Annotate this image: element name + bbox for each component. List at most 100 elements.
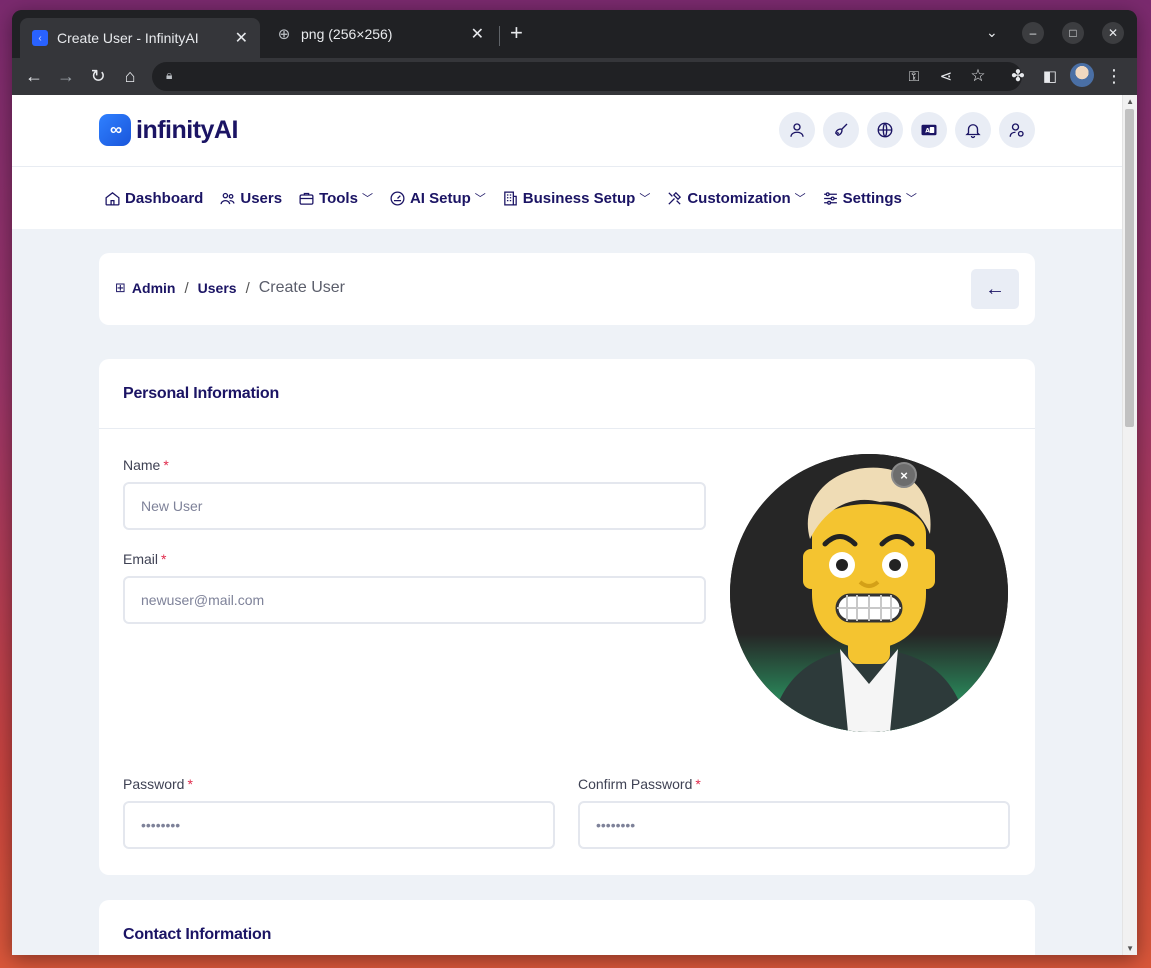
close-window-icon[interactable]: ✕	[1102, 22, 1124, 44]
nav-label: Tools	[319, 189, 358, 207]
account-settings-button[interactable]	[999, 112, 1035, 148]
broom-icon	[835, 123, 848, 136]
tab-search-chevron-icon[interactable]: ⌄	[986, 24, 998, 41]
nav-label: Customization	[687, 189, 791, 207]
sliders-icon	[823, 191, 837, 205]
required-mark: *	[163, 457, 169, 473]
section-title: Personal Information	[123, 385, 280, 402]
back-button[interactable]: ←	[971, 269, 1019, 309]
website-button[interactable]	[867, 112, 903, 148]
clear-cache-button[interactable]	[823, 112, 859, 148]
browser-window: ‹ Create User - InfinityAI ✕ ⊕ png (256×…	[12, 10, 1137, 955]
chevron-down-icon: ﹀	[905, 193, 917, 205]
header-divider	[12, 166, 1122, 167]
breadcrumb: ⊞ Admin / Users / Create User	[115, 279, 345, 297]
tab-separator	[499, 26, 500, 46]
breadcrumb-admin[interactable]: Admin	[132, 280, 176, 296]
dashboard-grid-icon: ⊞	[115, 280, 126, 295]
back-arrow-icon[interactable]: ←	[22, 64, 46, 88]
app-header: ∞ infinityAI A Dashboard Users Tools ﹀ A…	[12, 95, 1122, 229]
home-icon	[105, 191, 120, 206]
email-input[interactable]	[123, 576, 706, 624]
bell-icon	[965, 124, 981, 139]
side-panel-icon[interactable]: ◧	[1038, 64, 1062, 88]
nav-tools[interactable]: Tools ﹀	[298, 190, 373, 207]
building-icon	[503, 190, 517, 206]
maximize-icon[interactable]: □	[1062, 22, 1084, 44]
nav-business-setup[interactable]: Business Setup ﹀	[502, 189, 651, 207]
app-logo[interactable]: ∞ infinityAI	[99, 114, 238, 146]
notifications-button[interactable]	[955, 112, 991, 148]
tab-create-user[interactable]: ‹ Create User - InfinityAI ✕	[20, 18, 260, 58]
required-mark: *	[695, 776, 701, 792]
breadcrumb-card: ⊞ Admin / Users / Create User ←	[99, 253, 1035, 325]
nav-customization[interactable]: Customization ﹀	[666, 189, 806, 207]
menu-kebab-icon[interactable]: ⋮	[1102, 64, 1126, 88]
nav-label: Settings	[842, 189, 902, 207]
minimize-icon[interactable]: –	[1022, 22, 1044, 44]
main-nav: Dashboard Users Tools ﹀ AI Setup ﹀ Busin…	[104, 187, 933, 209]
scroll-up-icon[interactable]: ▲	[1126, 97, 1134, 106]
forward-arrow-icon[interactable]: →	[54, 64, 78, 88]
name-input[interactable]	[123, 482, 706, 530]
password-label: Password *	[123, 776, 193, 792]
email-label: Email *	[123, 551, 166, 567]
bookmark-star-icon[interactable]: ☆	[966, 64, 990, 88]
scroll-down-icon[interactable]: ▼	[1126, 944, 1134, 953]
nav-users[interactable]: Users	[219, 190, 282, 207]
globe-icon	[877, 122, 893, 138]
required-mark: *	[187, 776, 193, 792]
scrollbar-thumb[interactable]	[1125, 109, 1134, 427]
profile-button[interactable]	[779, 112, 815, 148]
home-icon[interactable]: ⌂	[118, 64, 142, 88]
extensions-icon[interactable]: ✤	[1006, 64, 1030, 88]
nav-label: Users	[240, 189, 283, 207]
label-text: Password	[123, 776, 185, 792]
required-mark: *	[161, 551, 167, 567]
address-bar[interactable]: 🔒︎	[152, 62, 1022, 91]
user-settings-icon	[1009, 123, 1024, 137]
breadcrumb-users[interactable]: Users	[198, 280, 237, 296]
avatar-illustration	[730, 454, 1008, 732]
chevron-down-icon: ﹀	[639, 193, 651, 205]
nav-dashboard[interactable]: Dashboard	[104, 190, 203, 207]
label-text: Name	[123, 457, 161, 473]
nav-label: Dashboard	[125, 189, 204, 207]
nav-ai-setup[interactable]: AI Setup ﹀	[389, 190, 486, 207]
nav-label: Business Setup	[522, 189, 636, 207]
users-icon	[220, 192, 235, 204]
password-input[interactable]	[123, 801, 555, 849]
tab-png[interactable]: ⊕ png (256×256) ✕	[264, 18, 496, 50]
new-tab-icon[interactable]: +	[510, 22, 523, 44]
page-scrollbar[interactable]: ▲ ▼	[1122, 95, 1137, 955]
tab-close-icon[interactable]: ✕	[235, 28, 248, 48]
language-button[interactable]: A	[911, 112, 947, 148]
share-icon[interactable]: ⋖	[934, 64, 958, 88]
contact-information-card: Contact Information	[99, 900, 1035, 955]
briefcase-icon	[299, 192, 314, 205]
svg-text:A: A	[925, 128, 930, 135]
key-icon[interactable]: ⚿	[902, 64, 926, 88]
infinityai-favicon-icon: ‹	[32, 30, 48, 46]
remove-avatar-button[interactable]: ×	[891, 462, 917, 488]
user-icon	[790, 123, 804, 137]
globe-favicon-icon: ⊕	[277, 26, 291, 43]
tab-strip: ‹ Create User - InfinityAI ✕ ⊕ png (256×…	[12, 10, 1137, 58]
tools-icon	[668, 191, 682, 205]
browser-toolbar: ← → ↻ ⌂ 🔒︎ ⚿ ⋖ ☆ ✤ ◧ ⋮	[12, 58, 1137, 95]
label-text: Confirm Password	[578, 776, 693, 792]
confirm-password-input[interactable]	[578, 801, 1010, 849]
tab-title: Create User - InfinityAI	[57, 30, 199, 46]
chevron-down-icon: ﹀	[474, 193, 486, 205]
confirm-password-label: Confirm Password *	[578, 776, 701, 792]
avatar-image[interactable]	[730, 454, 1008, 732]
profile-avatar[interactable]	[1070, 63, 1094, 87]
breadcrumb-separator: /	[245, 279, 250, 297]
gauge-icon	[390, 190, 405, 206]
language-icon: A	[921, 124, 937, 136]
nav-settings[interactable]: Settings ﹀	[822, 190, 917, 207]
reload-icon[interactable]: ↻	[86, 64, 110, 88]
chevron-down-icon: ﹀	[794, 193, 806, 205]
tab-title: png (256×256)	[301, 26, 393, 42]
tab-close-icon[interactable]: ✕	[471, 24, 484, 44]
